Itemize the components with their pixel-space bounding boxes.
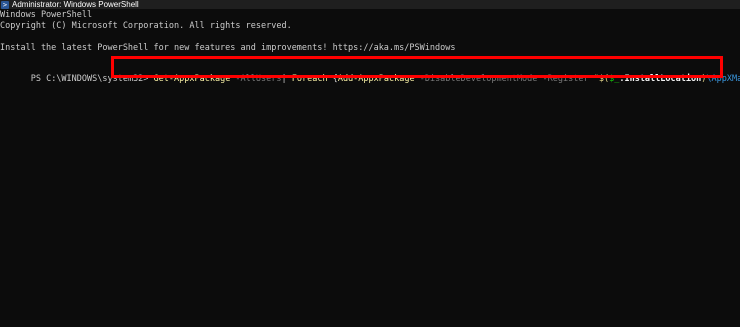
console-header-line-1: Windows PowerShell: [0, 10, 93, 20]
command-token: -DisableDevelopmentMode: [414, 74, 538, 84]
command-token: {: [327, 74, 338, 84]
command-token: |: [281, 74, 292, 84]
command-token: -AllUsers: [230, 74, 282, 84]
powershell-icon: >: [1, 0, 9, 9]
command-token: Foreach: [291, 74, 328, 84]
console-prompt: PS C:\WINDOWS\system32>: [30, 74, 154, 84]
command-token: -Register: [537, 74, 589, 84]
command-token: \AppXManifest.xml: [706, 74, 740, 84]
command-token: "$(: [588, 74, 610, 84]
console-output[interactable]: Windows PowerShell Copyright (C) Microso…: [0, 9, 740, 327]
command-line[interactable]: PS C:\WINDOWS\system32> Get-AppxPackage …: [0, 63, 740, 84]
command-token: $_: [609, 74, 620, 84]
console-header-line-3: Install the latest PowerShell for new fe…: [0, 43, 456, 53]
powershell-window: > Administrator: Windows PowerShell Wind…: [0, 0, 740, 327]
title-bar[interactable]: > Administrator: Windows PowerShell: [0, 0, 740, 9]
command-token: .InstallLocation: [619, 74, 702, 84]
window-title: Administrator: Windows PowerShell: [12, 0, 139, 9]
console-header-line-2: Copyright (C) Microsoft Corporation. All…: [0, 21, 292, 31]
command-token: Add-AppxPackage: [337, 74, 415, 84]
command-token: Get-AppxPackage: [153, 74, 231, 84]
